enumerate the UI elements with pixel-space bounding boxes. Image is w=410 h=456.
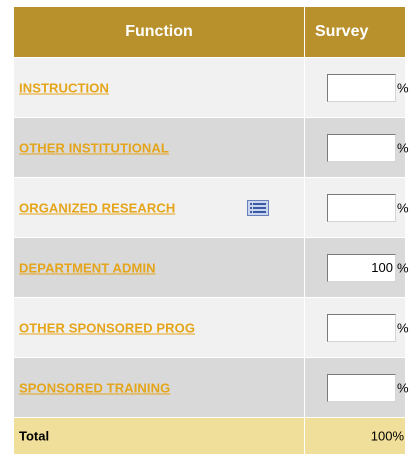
percent-sign: % — [397, 380, 409, 395]
table-row: ORGANIZED RESEARCH % — [14, 178, 409, 237]
sponsored-training-link[interactable]: SPONSORED TRAINING — [19, 380, 170, 395]
instruction-percent-input[interactable] — [327, 73, 396, 102]
other-institutional-percent-input[interactable] — [327, 133, 396, 162]
instruction-link[interactable]: INSTRUCTION — [19, 80, 109, 95]
total-label: Total — [19, 428, 50, 444]
list-icon[interactable] — [247, 199, 269, 216]
department-admin-percent-input[interactable] — [327, 253, 396, 282]
function-column-header: Function — [14, 7, 304, 57]
other-institutional-link[interactable]: OTHER INSTITUTIONAL — [19, 140, 169, 155]
other-sponsored-prog-link[interactable]: OTHER SPONSORED PROG — [19, 320, 195, 335]
table-row: DEPARTMENT ADMIN % — [14, 238, 409, 297]
percent-sign: % — [397, 320, 409, 335]
other-sponsored-prog-percent-input[interactable] — [327, 313, 396, 342]
table-header: Function Survey — [14, 7, 405, 57]
total-row: Total 100% — [14, 418, 405, 454]
department-admin-link[interactable]: DEPARTMENT ADMIN — [19, 260, 156, 275]
percent-sign: % — [397, 140, 409, 155]
table-row: SPONSORED TRAINING % — [14, 358, 409, 417]
survey-column-header: Survey — [305, 7, 405, 57]
table-row: OTHER INSTITUTIONAL % — [14, 118, 409, 177]
table-row: INSTRUCTION % — [14, 58, 409, 117]
percent-sign: % — [397, 260, 409, 275]
organized-research-percent-input[interactable] — [327, 193, 396, 222]
total-value: 100% — [370, 428, 404, 444]
organized-research-link[interactable]: ORGANIZED RESEARCH — [19, 200, 175, 215]
percent-sign: % — [397, 200, 409, 215]
table-row: OTHER SPONSORED PROG % — [14, 298, 409, 357]
sponsored-training-percent-input[interactable] — [327, 373, 396, 402]
percent-sign: % — [397, 80, 409, 95]
